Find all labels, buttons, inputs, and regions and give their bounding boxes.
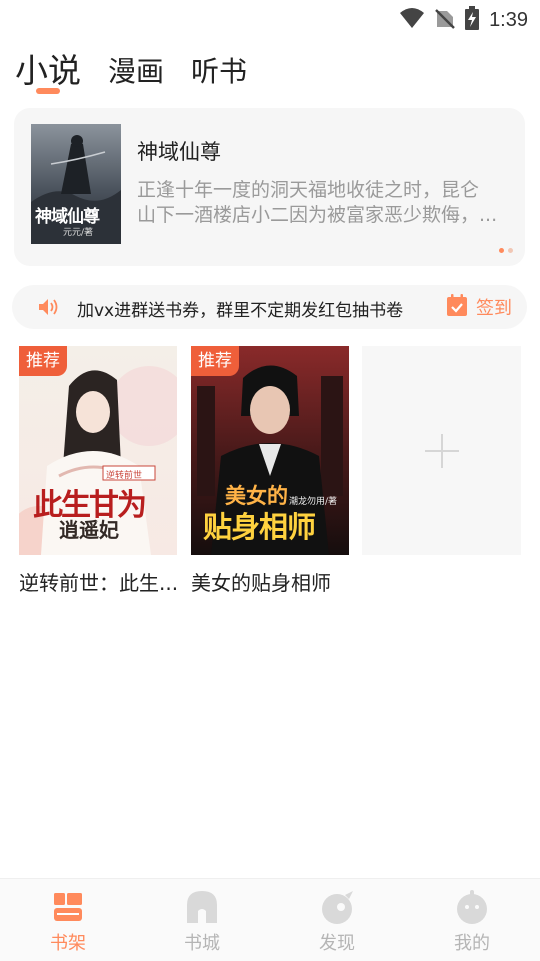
status-time: 1:39 [489,8,528,31]
featured-book-cover[interactable]: 神域仙尊 元元/著 [31,124,121,244]
shelf-book-item[interactable]: 美女的 贴身相师 潮龙勿用/著 推荐 美女的贴身相师 [191,346,349,596]
book-cover[interactable]: 美女的 贴身相师 潮龙勿用/著 推荐 [191,346,349,555]
book-cover[interactable]: 逆转前世 此生甘为 逍遥妃 推荐 [19,346,177,555]
featured-cover-author: 元元/著 [63,228,94,238]
book-cover-subtitle: 逍遥妃 [59,518,119,542]
recommend-badge: 推荐 [191,346,239,376]
profile-icon [452,887,492,927]
bottom-nav: 书架 书城 发现 我的 [0,878,540,961]
book-cover-author: 潮龙勿用/著 [289,497,338,507]
nav-item-profile[interactable]: 我的 [432,879,512,961]
tab-comic[interactable]: 漫画 [108,50,164,90]
checkin-label: 签到 [476,298,512,319]
featured-description-line-2: 山下一酒楼店小二因为被富家恶少欺侮，... [137,204,498,226]
discover-icon [317,887,357,927]
featured-description-line-1: 正逢十年一度的洞天福地收徒之时，昆仑 [137,179,480,201]
book-cover-subtitle: 贴身相师 [203,510,316,544]
nav-label-profile: 我的 [454,933,490,954]
tab-active-indicator [36,88,60,94]
checkin-button[interactable]: 签到 [447,294,512,320]
tab-novel[interactable]: 小说 [15,44,81,92]
book-title: 逆转前世：此生... [19,571,179,595]
pager-dot [508,248,513,253]
featured-book-title: 神域仙尊 [137,140,221,164]
speaker-icon [38,297,60,321]
nav-label-bookshelf: 书架 [50,933,86,954]
featured-book-card[interactable]: 神域仙尊 元元/著 神域仙尊 正逢十年一度的洞天福地收徒之时，昆仑 山下一酒楼店… [14,108,525,266]
no-sim-icon [435,7,455,33]
add-book-tile[interactable] [362,346,521,555]
wifi-icon [399,7,425,33]
pager-dot-active [499,248,504,253]
notice-bar[interactable]: 加vx进群送书券，群里不定期发红包抽书卷 签到 [12,285,527,329]
nav-label-discover: 发现 [319,933,355,954]
recommend-badge: 推荐 [19,346,67,376]
notice-text: 加vx进群送书券，群里不定期发红包抽书卷 [77,301,404,321]
calendar-check-icon [447,294,467,320]
bookshelf-icon [48,887,88,927]
nav-item-bookstore[interactable]: 书城 [162,879,242,961]
battery-charging-icon [465,6,480,34]
status-bar: 1:39 [0,0,540,36]
carousel-pager [499,248,513,253]
tab-audiobook[interactable]: 听书 [191,50,247,90]
nav-item-bookshelf[interactable]: 书架 [28,879,108,961]
bookstore-icon [182,887,222,927]
status-icons: 1:39 [399,6,528,34]
featured-cover-title: 神域仙尊 [35,207,100,227]
book-title: 美女的贴身相师 [191,571,331,595]
nav-label-bookstore: 书城 [184,933,220,954]
nav-item-discover[interactable]: 发现 [297,879,377,961]
shelf-book-item[interactable]: 逆转前世 此生甘为 逍遥妃 推荐 逆转前世：此生... [19,346,178,596]
featured-book-description: 正逢十年一度的洞天福地收徒之时，昆仑 山下一酒楼店小二因为被富家恶少欺侮，... [137,178,512,228]
